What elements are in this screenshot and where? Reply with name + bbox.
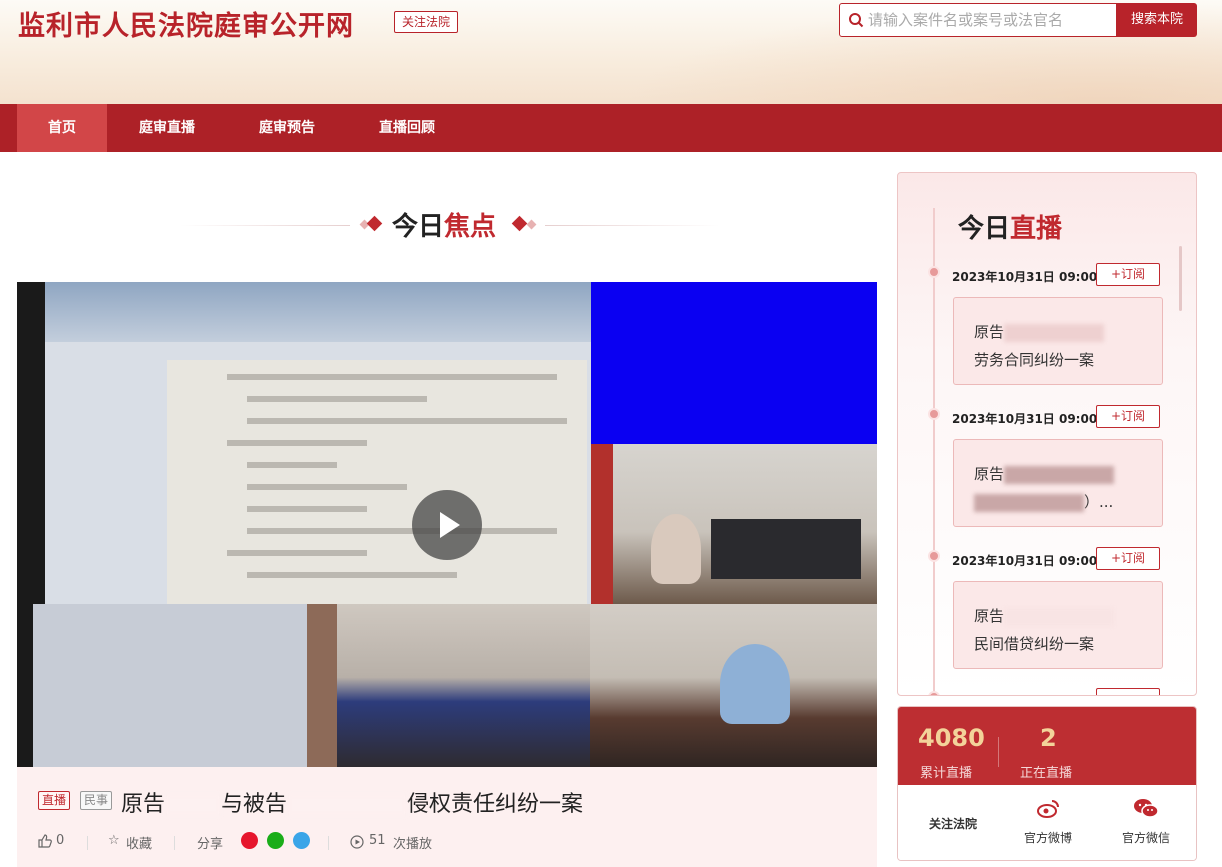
search-input[interactable] bbox=[868, 7, 1113, 33]
live-case-card[interactable]: 原告 劳务合同纠纷一案 bbox=[953, 297, 1163, 385]
video-frame-courtroom-3 bbox=[590, 604, 877, 767]
wechat-icon[interactable] bbox=[267, 832, 284, 849]
search-button[interactable]: 搜索本院 bbox=[1117, 3, 1197, 37]
diamond-decor-icon bbox=[366, 215, 383, 232]
video-frame-courtroom-2 bbox=[307, 604, 590, 767]
stats-panel: 4080 累计直播 2 正在直播 关注法院 官方微博 官方微信 bbox=[897, 706, 1197, 861]
live-title-highlight: 直播 bbox=[1010, 214, 1063, 244]
wechat-icon bbox=[1134, 799, 1159, 818]
share-label: 分享 bbox=[197, 837, 224, 852]
video-frame-page bbox=[167, 360, 587, 605]
today-live-panel: 今日直播 2023年10月31日 09:00 +订阅 原告 劳务合同纠纷一案 2… bbox=[897, 172, 1197, 696]
live-case-line2: 民间借贷纠纷一案 bbox=[974, 635, 1095, 653]
civil-tag: 民事 bbox=[80, 791, 113, 810]
qq-icon[interactable] bbox=[293, 832, 310, 849]
live-case-card[interactable]: 原告 民间借贷纠纷一案 bbox=[953, 581, 1163, 669]
live-case-card[interactable]: 原告 ）... bbox=[953, 439, 1163, 527]
subscribe-button[interactable] bbox=[1096, 688, 1160, 695]
case-title-part1: 原告 bbox=[121, 792, 166, 817]
play-icon[interactable] bbox=[412, 490, 482, 560]
follow-court-link[interactable]: 关注法院 bbox=[903, 785, 1003, 860]
focus-case-title[interactable]: 原告 与被告 侵权责任纠纷一案 bbox=[121, 786, 583, 818]
video-actions: 0 ☆ 收藏 分享 51 次播放 bbox=[17, 831, 877, 853]
focus-video-player[interactable] bbox=[17, 282, 877, 767]
follow-court-tag[interactable]: 关注法院 bbox=[394, 11, 459, 33]
search-icon bbox=[849, 13, 864, 28]
live-tag: 直播 bbox=[38, 791, 71, 810]
total-live-label: 累计直播 bbox=[920, 766, 973, 781]
live-case-line1: 原告 bbox=[974, 460, 1152, 488]
search-box bbox=[839, 3, 1117, 37]
timeline-dot bbox=[928, 266, 940, 278]
diamond-decor-icon bbox=[511, 215, 528, 232]
video-frame-toolbar bbox=[45, 282, 591, 342]
live-case-line1: 原告 bbox=[974, 602, 1152, 630]
today-live-title: 今日直播 bbox=[958, 208, 1062, 245]
total-live-count: 4080 bbox=[918, 724, 985, 752]
diamond-decor-icon bbox=[526, 219, 537, 230]
stats-divider bbox=[998, 737, 999, 767]
weibo-icon bbox=[1037, 800, 1059, 818]
stats-links: 关注法院 官方微博 官方微信 bbox=[898, 785, 1196, 860]
official-weibo-label: 官方微博 bbox=[1023, 831, 1072, 845]
case-title-part2: 与被告 bbox=[221, 792, 288, 817]
timeline-line bbox=[933, 208, 935, 695]
video-frame-courtroom-1 bbox=[591, 444, 877, 604]
panel-scrollbar[interactable] bbox=[1179, 246, 1182, 311]
video-frame-document-2 bbox=[33, 604, 307, 767]
nav-item-preview[interactable]: 庭审预告 bbox=[242, 104, 332, 152]
focus-title-prefix: 今日 bbox=[392, 212, 445, 242]
site-title[interactable]: 监利市人民法院庭审公开网 bbox=[18, 4, 354, 43]
timeline-dot bbox=[928, 691, 940, 695]
case-title-part3: 侵权责任纠纷一案 bbox=[407, 792, 584, 817]
focus-case-info: 直播 民事 原告 与被告 侵权责任纠纷一案 0 ☆ 收藏 分享 51 次播放 bbox=[17, 767, 877, 867]
live-time: 2023年10月31日 09:00 bbox=[952, 270, 1098, 284]
subscribe-button[interactable]: +订阅 bbox=[1096, 263, 1160, 286]
play-count-icon bbox=[350, 835, 364, 849]
focus-section-title: 今日焦点 bbox=[180, 206, 720, 246]
star-icon[interactable]: ☆ bbox=[108, 833, 120, 848]
live-title-prefix: 今日 bbox=[958, 214, 1011, 244]
official-weibo-link[interactable]: 官方微博 bbox=[998, 785, 1098, 860]
timeline-dot bbox=[928, 550, 940, 562]
official-wechat-link[interactable]: 官方微信 bbox=[1096, 785, 1196, 860]
subscribe-button[interactable]: +订阅 bbox=[1096, 547, 1160, 570]
current-live-count: 2 bbox=[1040, 724, 1057, 752]
live-case-line2: 劳务合同纠纷一案 bbox=[974, 351, 1095, 369]
live-time: 2023年10月31日 09:00 bbox=[952, 412, 1098, 426]
nav-item-replay[interactable]: 直播回顾 bbox=[362, 104, 452, 152]
live-case-line2: ）... bbox=[974, 488, 1152, 516]
weibo-icon[interactable] bbox=[241, 832, 258, 849]
focus-title-highlight: 焦点 bbox=[444, 212, 497, 242]
live-time: 2023年10月31日 09:00 bbox=[952, 554, 1098, 568]
subscribe-button[interactable]: +订阅 bbox=[1096, 405, 1160, 428]
current-live-label: 正在直播 bbox=[1020, 766, 1073, 781]
follow-court-label: 关注法院 bbox=[928, 817, 977, 831]
divider-right bbox=[545, 225, 720, 226]
nav-item-home[interactable]: 首页 bbox=[17, 104, 107, 152]
main-nav: 首页 庭审直播 庭审预告 直播回顾 bbox=[0, 104, 1222, 152]
video-frame-blue bbox=[591, 282, 877, 444]
divider-left bbox=[180, 225, 350, 226]
focus-title: 今日焦点 bbox=[392, 206, 496, 243]
nav-item-live[interactable]: 庭审直播 bbox=[122, 104, 212, 152]
collect-label[interactable]: 收藏 bbox=[126, 833, 152, 852]
play-count: 51 bbox=[369, 833, 386, 848]
like-count: 0 bbox=[56, 833, 65, 848]
official-wechat-label: 官方微信 bbox=[1121, 831, 1170, 845]
stats-summary: 4080 累计直播 2 正在直播 bbox=[898, 707, 1196, 785]
like-icon[interactable] bbox=[38, 834, 52, 848]
play-count-label: 次播放 bbox=[393, 837, 433, 852]
timeline-dot bbox=[928, 408, 940, 420]
live-case-line1: 原告 bbox=[974, 318, 1152, 346]
